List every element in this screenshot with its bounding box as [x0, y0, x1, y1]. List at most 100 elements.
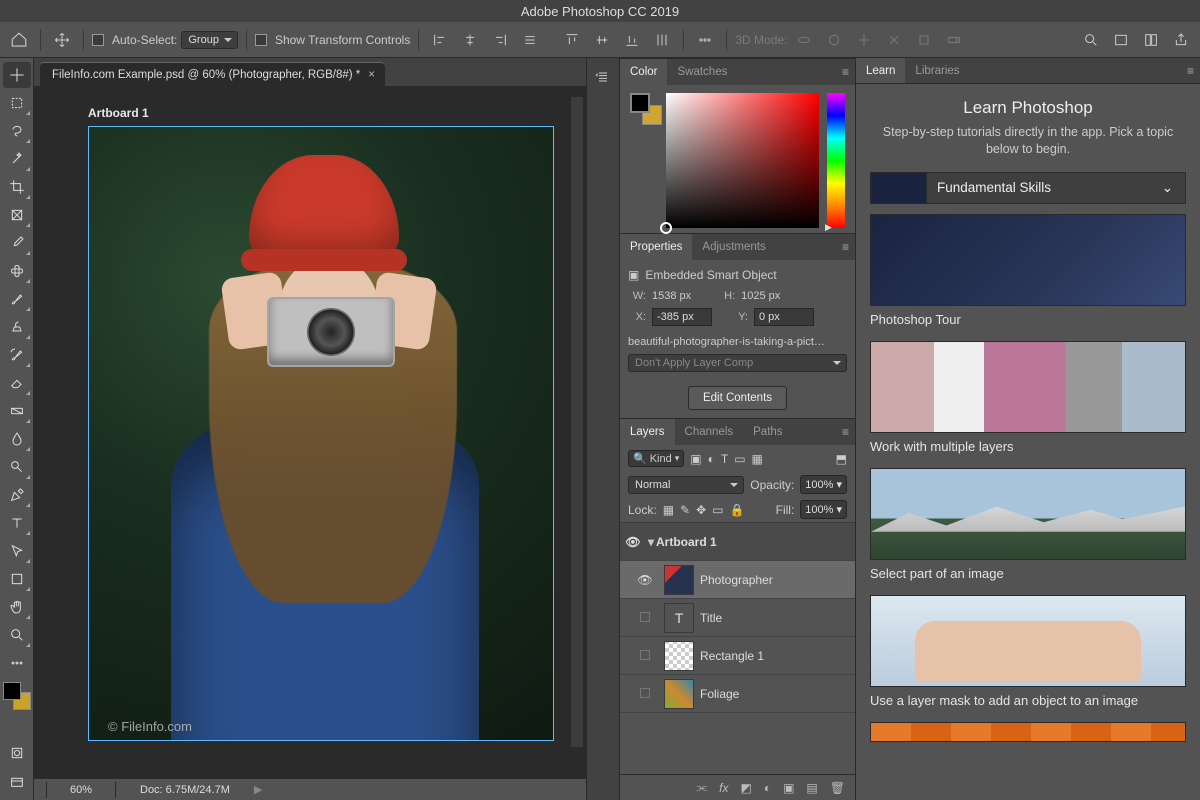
artboard-canvas[interactable] — [88, 126, 554, 741]
layer-fx-icon[interactable]: fx — [719, 781, 728, 795]
align-top-icon[interactable] — [559, 27, 585, 53]
align-left-icon[interactable] — [427, 27, 453, 53]
hue-slider[interactable] — [827, 93, 845, 228]
3d-pan-icon[interactable] — [851, 27, 877, 53]
lock-pixels-icon[interactable]: ▦ — [663, 503, 674, 517]
tool-eyedropper[interactable] — [3, 230, 31, 256]
align-stack-icon[interactable] — [517, 27, 543, 53]
visibility-toggle[interactable]: 👁 — [620, 535, 646, 549]
tool-spot-heal[interactable] — [3, 258, 31, 284]
tool-pen[interactable] — [3, 482, 31, 508]
new-layer-icon[interactable]: ▤ — [806, 781, 817, 795]
delete-layer-icon[interactable]: 🗑 — [830, 781, 845, 795]
fill-field[interactable]: 100% ▾ — [800, 500, 847, 519]
tab-adjustments[interactable]: Adjustments — [692, 234, 775, 260]
document-tab[interactable]: FileInfo.com Example.psd @ 60% (Photogra… — [40, 62, 385, 86]
new-fill-icon[interactable]: ◐ — [764, 781, 771, 795]
tool-brush[interactable] — [3, 286, 31, 312]
show-transform-checkbox[interactable] — [255, 34, 267, 46]
learn-card[interactable]: Use a layer mask to add an object to an … — [870, 595, 1186, 708]
view-mode-icon[interactable] — [1108, 27, 1134, 53]
learn-card[interactable]: Photoshop Tour — [870, 214, 1186, 327]
panel-menu-icon[interactable]: ≡ — [842, 425, 849, 439]
3d-scale-icon[interactable] — [911, 27, 937, 53]
visibility-toggle[interactable]: 👁 — [632, 573, 658, 587]
workspace-menu-icon[interactable] — [1138, 27, 1164, 53]
layer-row[interactable]: 👁 ▾ Artboard 1 — [620, 523, 855, 561]
filter-toggle-icon[interactable]: ⬒ — [836, 452, 847, 466]
filter-type-icon[interactable]: T — [721, 452, 728, 466]
home-button[interactable] — [6, 27, 32, 53]
tool-hand[interactable] — [3, 594, 31, 620]
tool-lasso[interactable] — [3, 118, 31, 144]
layer-mask-icon[interactable]: ◩ — [740, 781, 751, 795]
tool-gradient[interactable] — [3, 398, 31, 424]
tab-paths[interactable]: Paths — [743, 419, 792, 445]
tool-clone-stamp[interactable] — [3, 314, 31, 340]
tab-learn[interactable]: Learn — [856, 58, 905, 83]
search-icon[interactable] — [1078, 27, 1104, 53]
learn-card[interactable]: Select part of an image — [870, 468, 1186, 581]
prop-x-input[interactable] — [652, 308, 712, 326]
align-right-icon[interactable] — [487, 27, 513, 53]
more-options-icon[interactable] — [692, 27, 718, 53]
tab-libraries[interactable]: Libraries — [905, 58, 969, 83]
layer-filter-dropdown[interactable]: 🔍 Kind ▾ — [628, 450, 684, 467]
tool-eraser[interactable] — [3, 370, 31, 396]
tool-type[interactable] — [3, 510, 31, 536]
learn-card[interactable] — [870, 722, 1186, 742]
tab-layers[interactable]: Layers — [620, 419, 675, 445]
layer-row[interactable]: Rectangle 1 — [620, 637, 855, 675]
tool-zoom[interactable] — [3, 622, 31, 648]
share-icon[interactable] — [1168, 27, 1194, 53]
layer-comp-dropdown[interactable]: Don't Apply Layer Comp — [628, 354, 847, 372]
new-group-icon[interactable]: ▣ — [783, 781, 794, 795]
tool-crop[interactable] — [3, 174, 31, 200]
tool-dodge[interactable] — [3, 454, 31, 480]
auto-select-checkbox[interactable] — [92, 34, 104, 46]
filter-adjust-icon[interactable]: ◐ — [708, 452, 715, 466]
zoom-field[interactable]: 60% — [46, 782, 116, 798]
tool-path-select[interactable] — [3, 538, 31, 564]
lock-artboard-icon[interactable]: ▭ — [712, 503, 723, 517]
3d-camera-icon[interactable] — [941, 27, 967, 53]
tab-swatches[interactable]: Swatches — [667, 59, 737, 85]
artboard-label[interactable]: Artboard 1 — [88, 106, 149, 120]
color-fgbg-swatches[interactable] — [630, 93, 658, 121]
layer-row[interactable]: T Title — [620, 599, 855, 637]
tool-history-brush[interactable] — [3, 342, 31, 368]
tool-blur[interactable] — [3, 426, 31, 452]
lock-move-icon[interactable]: ✥ — [696, 503, 706, 517]
tool-marquee[interactable] — [3, 90, 31, 116]
move-tool-icon[interactable] — [49, 27, 75, 53]
lock-brush-icon[interactable]: ✎ — [680, 503, 690, 517]
history-panel-icon[interactable] — [592, 66, 614, 88]
tool-move[interactable] — [3, 62, 31, 88]
color-swatches[interactable] — [3, 682, 31, 710]
blend-mode-dropdown[interactable]: Normal — [628, 476, 744, 494]
vertical-scrollbar[interactable] — [570, 96, 584, 748]
filter-shape-icon[interactable]: ▭ — [734, 452, 745, 466]
align-hcenter-icon[interactable] — [457, 27, 483, 53]
filter-image-icon[interactable]: ▣ — [690, 452, 701, 466]
edit-contents-button[interactable]: Edit Contents — [688, 386, 787, 410]
tab-properties[interactable]: Properties — [620, 234, 692, 260]
align-vmiddle-icon[interactable] — [589, 27, 615, 53]
panel-menu-icon[interactable]: ≡ — [1187, 64, 1194, 78]
3d-orbit-icon[interactable] — [791, 27, 817, 53]
learn-card[interactable]: Work with multiple layers — [870, 341, 1186, 454]
canvas[interactable]: Artboard 1 © FileInfo.com — [34, 86, 586, 778]
lock-all-icon[interactable]: 🔒 — [730, 503, 745, 517]
3d-roll-icon[interactable] — [821, 27, 847, 53]
tab-color[interactable]: Color — [620, 59, 667, 85]
close-tab-icon[interactable]: × — [368, 69, 375, 81]
3d-slide-icon[interactable] — [881, 27, 907, 53]
link-layers-icon[interactable]: ⫘ — [696, 780, 707, 795]
distribute-icon[interactable] — [649, 27, 675, 53]
align-bottom-icon[interactable] — [619, 27, 645, 53]
panel-menu-icon[interactable]: ≡ — [842, 65, 849, 79]
tool-more-icon[interactable] — [3, 650, 31, 676]
prop-y-input[interactable] — [754, 308, 814, 326]
tool-frame[interactable] — [3, 202, 31, 228]
quick-mask-icon[interactable] — [3, 740, 31, 766]
